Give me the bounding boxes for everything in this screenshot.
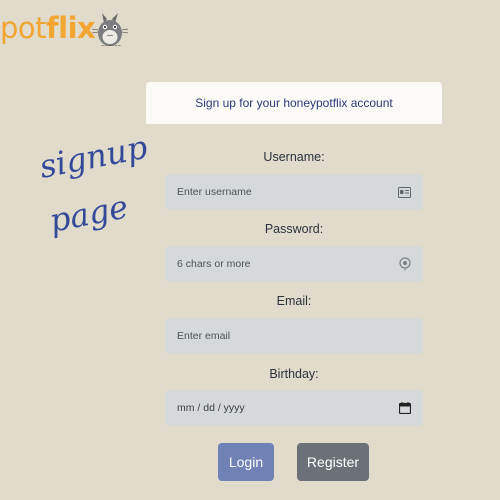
username-label: Username: — [263, 150, 325, 164]
register-button[interactable]: Register — [297, 443, 369, 481]
brand-name: potflix — [0, 10, 96, 45]
svg-text:~~~~~~: ~~~~~~ — [101, 43, 121, 48]
scribble-signup: signup — [38, 140, 150, 186]
username-input[interactable] — [177, 186, 377, 198]
email-input[interactable] — [177, 330, 377, 342]
login-button[interactable]: Login — [218, 443, 274, 481]
password-label: Password: — [264, 222, 324, 236]
brand-logo: potflix — [0, 0, 96, 56]
calendar-icon[interactable] — [399, 402, 411, 414]
form-title: Sign up for your honeypotflix account — [195, 96, 393, 110]
totoro-mascot-icon: ~~~~~~ — [91, 13, 129, 48]
username-field[interactable] — [165, 174, 423, 210]
email-label: Email: — [276, 294, 312, 308]
brand-bold: flix — [46, 10, 96, 45]
birthday-input[interactable]: mm / dd / yyyy — [177, 402, 245, 414]
eye-icon[interactable] — [399, 257, 411, 271]
id-card-icon — [398, 186, 411, 198]
birthday-label: Birthday: — [269, 367, 319, 381]
email-field[interactable] — [165, 318, 423, 354]
form-title-card: Sign up for your honeypotflix account — [146, 82, 442, 124]
scribble-page: page — [46, 187, 131, 239]
handwritten-scribble: signup page — [38, 140, 150, 240]
brand-prefix: pot — [0, 10, 47, 45]
password-input[interactable] — [177, 258, 377, 270]
birthday-field[interactable]: mm / dd / yyyy — [165, 390, 423, 426]
password-field[interactable] — [165, 246, 423, 282]
